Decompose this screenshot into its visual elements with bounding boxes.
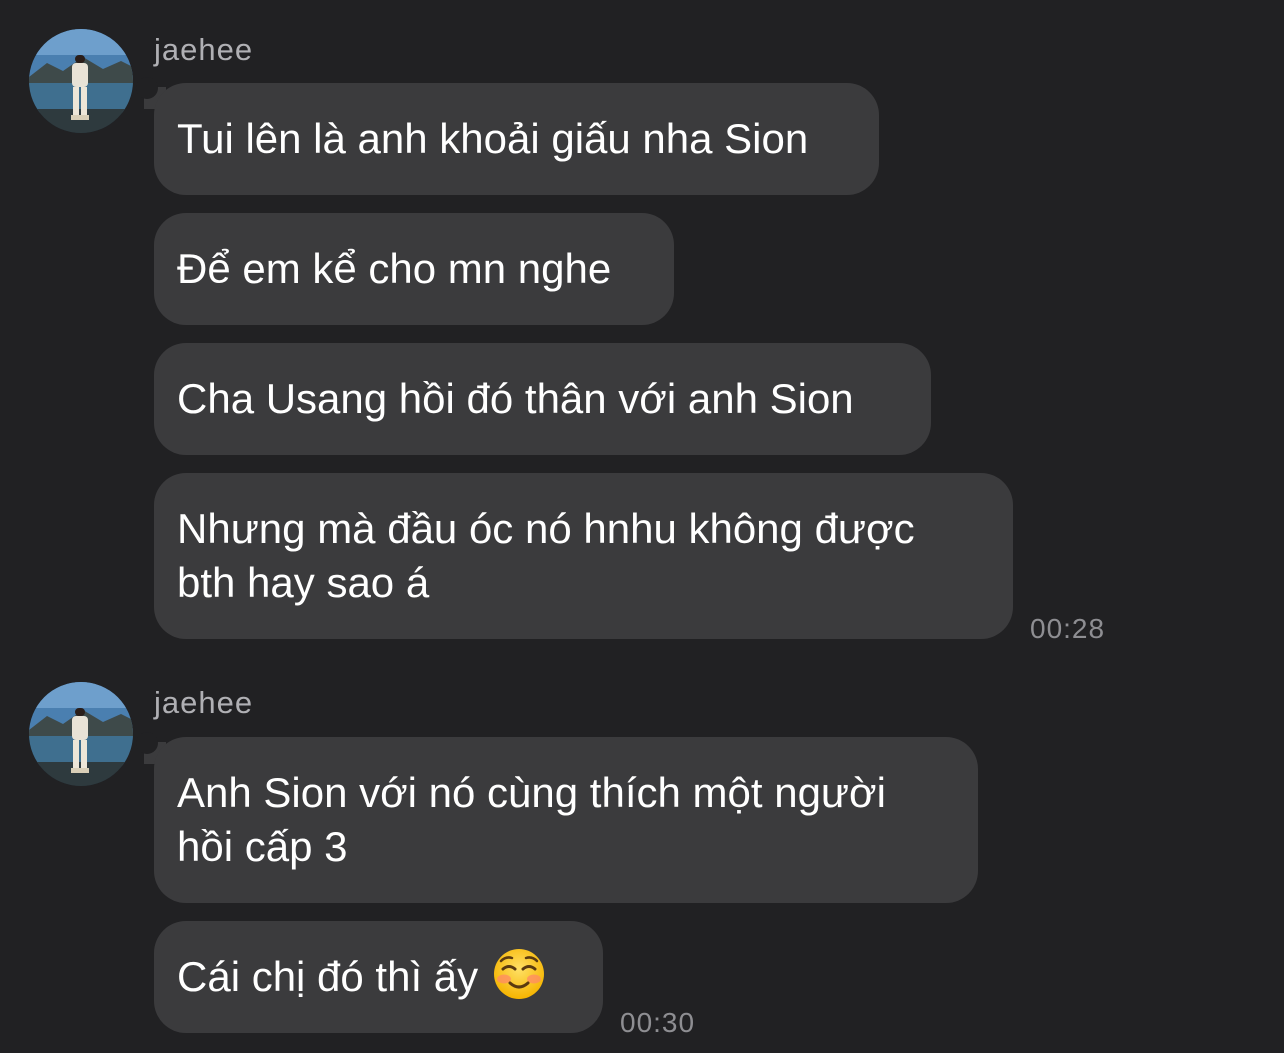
message-text: Cái chị đó thì ấy (177, 953, 479, 1000)
message-text: Tui lên là anh khoải giấu nha Sion (177, 115, 809, 162)
message-text: Anh Sion với nó cùng thích một người hồi… (177, 766, 886, 874)
message-timestamp: 00:30 (620, 1007, 696, 1038)
sender-name: jaehee (154, 32, 254, 67)
message-bubble[interactable]: Tui lên là anh khoải giấu nha Sion (154, 83, 879, 195)
message-bubble[interactable]: Để em kể cho mn nghe (154, 213, 674, 325)
smiling-face-emoji-icon (494, 949, 545, 999)
sender-avatar[interactable] (29, 682, 133, 786)
message-text: Nhưng mà đầu óc nó hnhu không được bth h… (177, 502, 915, 610)
message-text: Để em kể cho mn nghe (177, 245, 612, 292)
message-line: hồi cấp 3 (177, 823, 348, 870)
message-timestamp: 00:28 (1030, 613, 1106, 644)
avatar-photo-icon (29, 682, 133, 786)
message-bubble[interactable]: Anh Sion với nó cùng thích một người hồi… (154, 737, 978, 903)
message-line: Anh Sion với nó cùng thích một người (177, 769, 886, 816)
message-bubble[interactable]: Nhưng mà đầu óc nó hnhu không được bth h… (154, 473, 1013, 639)
sender-avatar[interactable] (29, 29, 133, 133)
message-line: bth hay sao á (177, 559, 430, 606)
message-bubble[interactable]: Cái chị đó thì ấy (154, 921, 603, 1033)
sender-name: jaehee (154, 685, 254, 720)
avatar-photo-icon (29, 29, 133, 133)
chat-screen: jaehee Tui lên là anh khoải giấu nha Sio… (0, 0, 1284, 1053)
message-line: Nhưng mà đầu óc nó hnhu không được (177, 505, 915, 552)
message-bubble[interactable]: Cha Usang hồi đó thân với anh Sion (154, 343, 931, 455)
message-text: Cha Usang hồi đó thân với anh Sion (177, 375, 854, 422)
